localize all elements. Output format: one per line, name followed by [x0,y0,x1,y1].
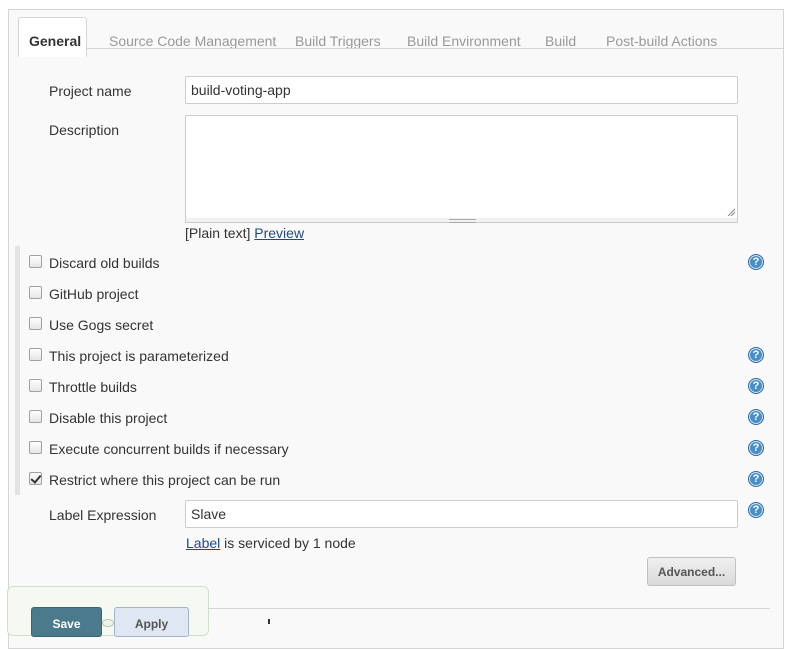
tab-source-code-management[interactable]: Source Code Management [109,17,276,57]
preview-link[interactable]: Preview [254,225,304,241]
help-icon[interactable]: ? [748,471,764,487]
tab-build[interactable]: Build [545,17,576,57]
discard-old-builds-checkbox[interactable] [29,255,42,268]
description-textarea[interactable] [185,115,738,219]
project-name-input[interactable] [185,76,738,104]
help-icon[interactable]: ? [748,254,764,270]
option-label: This project is parameterized [49,348,229,364]
tab-general[interactable]: General [18,17,87,57]
save-button[interactable]: Save [31,607,102,637]
help-icon[interactable]: ? [748,378,764,394]
bar-connector [102,619,114,627]
description-format-hint: [Plain text] Preview [185,225,304,241]
label-status: Label is serviced by 1 node [186,535,356,551]
label-link[interactable]: Label [186,535,220,551]
option-label: Execute concurrent builds if necessary [49,441,289,457]
label-expression-input[interactable] [185,500,738,528]
option-label: Disable this project [49,410,168,426]
github-project-checkbox[interactable] [29,286,42,299]
concurrent-builds-checkbox[interactable] [29,441,42,454]
help-icon[interactable]: ? [748,347,764,363]
resize-handle-icon[interactable] [727,208,735,216]
option-label: Restrict where this project can be run [49,472,281,488]
tab-build-environment[interactable]: Build Environment [407,17,521,57]
tab-post-build-actions[interactable]: Post-build Actions [606,17,717,57]
advanced-button[interactable]: Advanced... [647,557,736,586]
tab-divider [87,48,784,49]
use-gogs-secret-checkbox[interactable] [29,317,42,330]
textarea-drag-bar[interactable] [185,218,738,223]
description-label: Description [49,122,120,138]
project-name-label: Project name [49,83,132,99]
option-label: GitHub project [49,286,139,302]
config-tabs: General Source Code Management Build Tri… [18,17,778,57]
label-expression-label: Label Expression [49,507,157,523]
label-status-text: is serviced by 1 node [224,535,356,551]
throttle-builds-checkbox[interactable] [29,379,42,392]
tab-build-triggers[interactable]: Build Triggers [295,17,381,57]
section-separator [186,608,770,609]
plain-text-label: [Plain text] [185,225,251,241]
cursor-mark [268,619,270,624]
help-icon[interactable]: ? [748,440,764,456]
apply-button[interactable]: Apply [114,607,189,637]
restrict-where-run-checkbox[interactable] [29,472,42,485]
help-icon[interactable]: ? [748,502,764,518]
parameterized-checkbox[interactable] [29,348,42,361]
grip-icon [449,219,476,223]
disable-project-checkbox[interactable] [29,410,42,423]
option-label: Use Gogs secret [49,317,154,333]
help-icon[interactable]: ? [748,409,764,425]
option-label: Throttle builds [49,379,137,395]
option-label: Discard old builds [49,255,160,271]
options-section-bar [15,246,20,495]
